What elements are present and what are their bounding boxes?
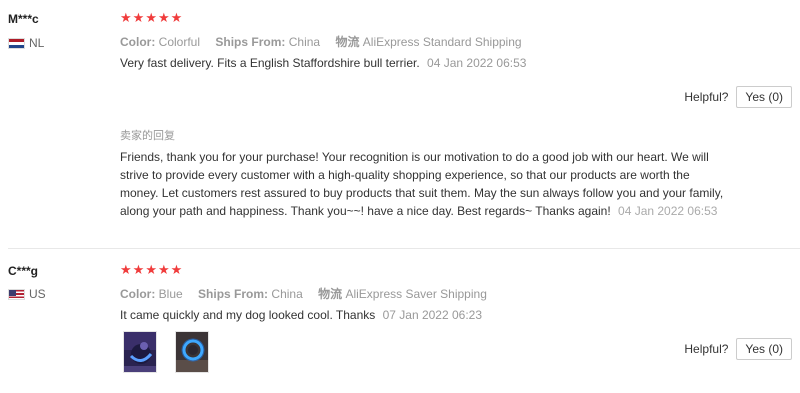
helpful-yes-button[interactable]: Yes (0) <box>736 338 792 360</box>
nl-flag-icon <box>8 37 25 49</box>
star-icon: ★ <box>157 263 170 278</box>
color-value: Colorful <box>158 35 201 49</box>
review-divider <box>8 248 800 249</box>
reviewer-country: US <box>8 287 46 301</box>
review-photo[interactable] <box>123 331 157 373</box>
helpful-vote: Helpful? Yes (0) <box>684 338 792 360</box>
color-label: Color: <box>120 35 156 49</box>
logistics-label: 物流 <box>318 287 343 301</box>
logistics-value: AliExpress Standard Shipping <box>362 35 522 49</box>
review-body: It came quickly and my dog looked cool. … <box>120 308 376 322</box>
star-icon: ★ <box>120 11 132 26</box>
glowing-collar-photo-icon <box>124 332 156 372</box>
review-photo[interactable] <box>175 331 209 373</box>
ships-from-label: Ships From: <box>215 35 286 49</box>
helpful-yes-button[interactable]: Yes (0) <box>736 86 792 108</box>
us-flag-icon <box>8 288 25 300</box>
country-code: US <box>29 287 46 301</box>
logistics-value: AliExpress Saver Shipping <box>345 287 487 301</box>
star-icon: ★ <box>132 263 145 278</box>
star-rating: ★ ★ ★ ★ ★ <box>120 12 182 25</box>
glowing-collar-photo-icon <box>176 332 208 372</box>
review-text: It came quickly and my dog looked cool. … <box>120 308 482 322</box>
color-value: Blue <box>158 287 183 301</box>
ships-from-value: China <box>271 287 303 301</box>
star-icon: ★ <box>157 11 170 26</box>
logistics-label: 物流 <box>335 35 360 49</box>
ships-from-label: Ships From: <box>198 287 269 301</box>
helpful-label: Helpful? <box>684 90 729 104</box>
reviewer-name: C***g <box>8 264 39 278</box>
seller-reply-date: 04 Jan 2022 06:53 <box>618 204 718 218</box>
review-item: C***g US ★ ★ ★ ★ ★ Color: Blue Ships Fro… <box>0 250 800 393</box>
review-attributes: Color: Colorful Ships From: China 物流 Ali… <box>120 33 534 50</box>
review-date: 07 Jan 2022 06:23 <box>382 308 483 322</box>
star-icon: ★ <box>145 11 157 26</box>
seller-reply: Friends, thank you for your purchase! Yo… <box>120 148 730 220</box>
seller-reply-heading: 卖家的回复 <box>120 130 175 142</box>
star-icon: ★ <box>120 263 132 278</box>
star-icon: ★ <box>170 11 183 26</box>
star-icon: ★ <box>132 11 145 26</box>
review-attributes: Color: Blue Ships From: China 物流 AliExpr… <box>120 285 499 302</box>
ships-from-value: China <box>288 35 321 49</box>
review-item: M***c NL ★ ★ ★ ★ ★ Color: Colorful Ships… <box>0 0 800 248</box>
review-date: 04 Jan 2022 06:53 <box>427 56 527 70</box>
reviewer-name: M***c <box>8 12 39 26</box>
review-text: Very fast delivery. Fits a English Staff… <box>120 56 526 70</box>
helpful-label: Helpful? <box>684 342 729 356</box>
star-rating: ★ ★ ★ ★ ★ <box>120 264 182 277</box>
reviewer-country: NL <box>8 36 44 50</box>
helpful-vote: Helpful? Yes (0) <box>684 86 792 108</box>
country-code: NL <box>29 36 45 50</box>
star-icon: ★ <box>170 263 183 278</box>
star-icon: ★ <box>145 263 157 278</box>
color-label: Color: <box>120 287 156 301</box>
review-body: Very fast delivery. Fits a English Staff… <box>120 56 420 70</box>
